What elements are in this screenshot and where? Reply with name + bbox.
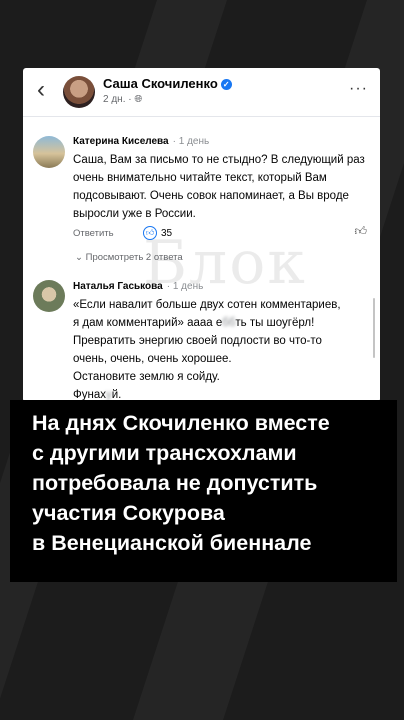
globe-icon: 🌐︎ xyxy=(134,94,143,105)
post-time: 2 дн. · 🌐︎ xyxy=(103,94,143,105)
like-button-icon[interactable]: 👍︎ xyxy=(354,224,367,239)
post-header: ‹ Саша Скочиленко ✓ 2 дн. · 🌐︎ ··· xyxy=(23,68,380,117)
comment-actions: Ответить 👍︎ 35 👍︎ xyxy=(73,224,373,242)
like-icon: 👍︎ xyxy=(143,226,157,240)
commenter-avatar[interactable] xyxy=(33,136,65,168)
facebook-comments-screenshot: ‹ Саша Скочиленко ✓ 2 дн. · 🌐︎ ··· Блок К… xyxy=(23,68,380,402)
commenter-avatar[interactable] xyxy=(33,280,65,312)
like-count-badge[interactable]: 👍︎ 35 xyxy=(143,226,172,240)
comment-time: · 1 день xyxy=(166,281,204,292)
blurred-word: бб xyxy=(222,317,236,329)
comment-text: «Если навалит больше двух сотен коммента… xyxy=(73,299,341,401)
caption-overlay: На днях Скочиленко вместе с другими тран… xyxy=(10,400,397,582)
comment-author[interactable]: Катерина Киселева · 1 день xyxy=(73,136,209,147)
post-author-name[interactable]: Саша Скочиленко ✓ xyxy=(103,76,232,91)
comment-text: Саша, Вам за письмо то не стыдно? В след… xyxy=(73,154,365,220)
comment-author[interactable]: Наталья Гаськова · 1 день xyxy=(73,281,203,292)
caption-text: На днях Скочиленко вместе с другими тран… xyxy=(32,411,330,555)
comment-time: · 1 день xyxy=(172,136,210,147)
scrollbar[interactable] xyxy=(373,298,375,358)
author-avatar[interactable] xyxy=(63,76,95,108)
more-options-icon[interactable]: ··· xyxy=(349,80,368,98)
reply-button[interactable]: Ответить xyxy=(73,228,114,239)
reply-arrow-icon: ⌄ xyxy=(75,252,83,263)
view-replies-link[interactable]: ⌄ Просмотреть 2 ответа xyxy=(75,252,183,263)
verified-icon: ✓ xyxy=(220,79,232,90)
back-icon[interactable]: ‹ xyxy=(37,78,45,102)
